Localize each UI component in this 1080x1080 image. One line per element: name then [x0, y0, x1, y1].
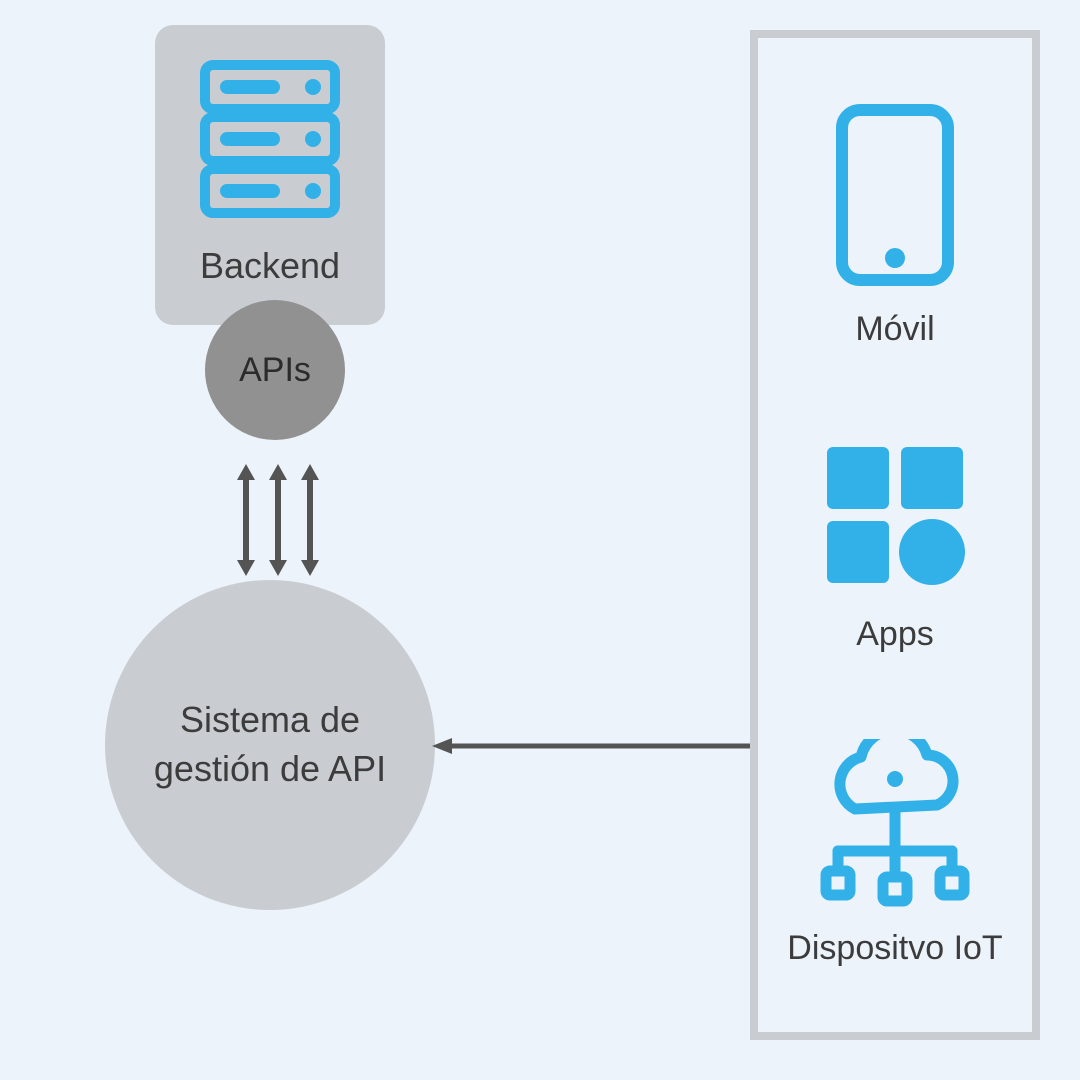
clients-panel: Móvil Apps Dispositvo IoT: [750, 30, 1040, 1040]
bidirectional-arrows: [228, 460, 328, 580]
iot-cloud-icon: [800, 739, 990, 909]
client-iot: Dispositvo IoT: [787, 739, 1002, 970]
server-icon: [195, 55, 345, 225]
backend-label: Backend: [200, 245, 340, 287]
apps-icon: [815, 435, 975, 595]
apps-label: Apps: [856, 613, 934, 656]
mobile-label: Móvil: [855, 308, 934, 351]
client-mobile: Móvil: [830, 100, 960, 351]
api-management-circle: Sistema de gestión de API: [105, 580, 435, 910]
mobile-icon: [830, 100, 960, 290]
iot-label: Dispositvo IoT: [787, 927, 1002, 970]
arrow-clients-to-management: [430, 736, 750, 756]
backend-box: Backend: [155, 25, 385, 325]
apis-label: APIs: [239, 351, 311, 390]
api-management-label: Sistema de gestión de API: [135, 696, 405, 793]
client-apps: Apps: [815, 435, 975, 656]
apis-circle: APIs: [205, 300, 345, 440]
